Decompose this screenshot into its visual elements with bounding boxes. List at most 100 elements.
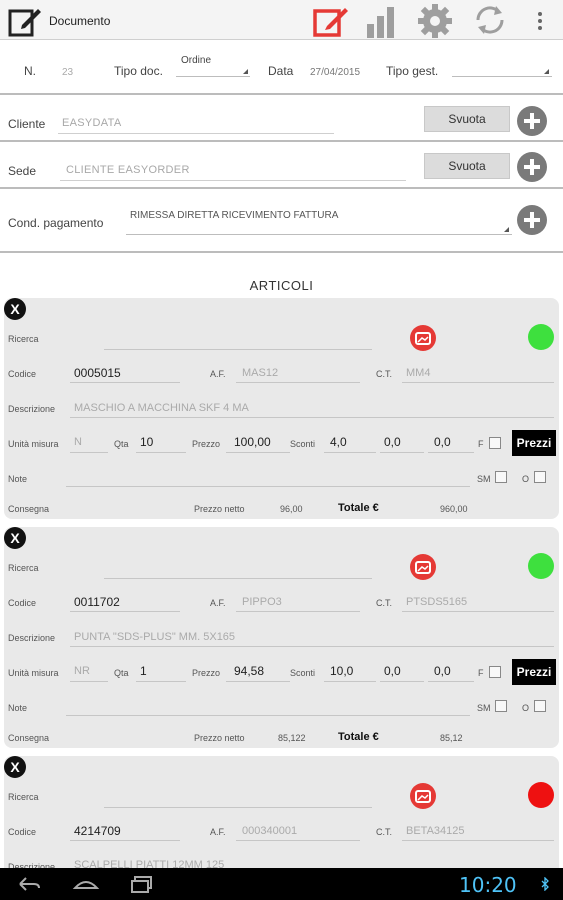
note-input[interactable]: [66, 715, 470, 716]
article-status-dot: [528, 782, 554, 808]
bluetooth-icon: [541, 877, 549, 891]
f-checkbox[interactable]: [489, 437, 501, 449]
codice-field[interactable]: 0005015: [74, 366, 121, 380]
data-value[interactable]: 27/04/2015: [310, 67, 360, 78]
prezzo-netto-label: Prezzo netto: [194, 504, 245, 514]
overflow-menu-icon[interactable]: [532, 10, 548, 32]
qta-label: Qta: [114, 439, 129, 449]
recent-apps-icon[interactable]: [129, 874, 155, 894]
codice-field[interactable]: 0011702: [74, 595, 120, 609]
remove-article-x-icon[interactable]: X: [4, 756, 26, 778]
ricerca-input[interactable]: [104, 807, 372, 808]
cliente-svuota-button[interactable]: Svuota: [424, 106, 510, 132]
af-field[interactable]: MAS12: [242, 367, 278, 379]
ct-label: C.T.: [376, 827, 393, 837]
f-label: F: [478, 668, 484, 678]
cliente-field[interactable]: EASYDATA: [62, 117, 121, 129]
document-edit-icon[interactable]: [8, 5, 42, 37]
descrizione-field[interactable]: MASCHIO A MACCHINA SKF 4 MA: [74, 402, 249, 414]
remove-article-x-icon[interactable]: X: [4, 527, 26, 549]
barcode-scan-icon[interactable]: [409, 782, 437, 810]
ct-label: C.T.: [376, 369, 393, 379]
note-input[interactable]: [66, 486, 470, 487]
back-icon[interactable]: [16, 874, 42, 894]
barcode-scan-icon[interactable]: [409, 553, 437, 581]
system-navigation-bar: 10:20: [0, 868, 563, 900]
f-label: F: [478, 439, 484, 449]
o-checkbox[interactable]: [534, 700, 546, 712]
consegna-label: Consegna: [8, 733, 50, 743]
tipo-doc-spinner[interactable]: Ordine: [181, 55, 211, 66]
qta-field[interactable]: 1: [140, 664, 147, 678]
sede-svuota-button[interactable]: Svuota: [424, 153, 510, 179]
sconto3-field[interactable]: 0,0: [434, 435, 451, 449]
sede-underline: [60, 180, 406, 181]
descrizione-label: Descrizione: [8, 404, 56, 414]
sconto2-underline: [380, 452, 424, 453]
prezzi-button[interactable]: Prezzi: [512, 430, 556, 456]
cliente-label: Cliente: [8, 117, 46, 131]
sede-field[interactable]: CLIENTE EASYORDER: [66, 164, 190, 176]
n-value: 23: [62, 67, 74, 78]
ricerca-input[interactable]: [104, 578, 372, 579]
prezzo-netto-label: Prezzo netto: [194, 733, 245, 743]
divider: [0, 251, 563, 253]
f-checkbox[interactable]: [489, 666, 501, 678]
divider: [0, 93, 563, 95]
add-sede-plus-icon[interactable]: [516, 151, 548, 183]
qta-underline: [136, 681, 186, 682]
ct-field[interactable]: BETA34125: [406, 825, 465, 837]
add-pagamento-plus-icon[interactable]: [516, 204, 548, 236]
sconto3-field[interactable]: 0,0: [434, 664, 451, 678]
sconto1-field[interactable]: 10,0: [330, 664, 353, 678]
sconto3-underline: [428, 452, 474, 453]
pagamento-spinner[interactable]: RIMESSA DIRETTA RICEVIMENTO FATTURA: [130, 210, 338, 221]
ricerca-input[interactable]: [104, 349, 372, 350]
sconto2-field[interactable]: 0,0: [384, 664, 401, 678]
sm-checkbox[interactable]: [495, 471, 507, 483]
gear-icon[interactable]: [415, 2, 455, 40]
codice-field[interactable]: 4214709: [74, 824, 121, 838]
af-field[interactable]: PIPPO3: [242, 596, 282, 608]
bar-chart-icon[interactable]: [364, 2, 402, 40]
af-underline: [236, 840, 360, 841]
af-underline: [236, 382, 360, 383]
descrizione-underline: [70, 646, 554, 647]
ct-underline: [402, 382, 554, 383]
action-bar: Documento: [0, 0, 563, 40]
ct-field[interactable]: PTSDS5165: [406, 596, 467, 608]
descrizione-field[interactable]: SCALPELLI PIATTI 12MM 125: [74, 859, 224, 868]
prezzo-field[interactable]: 94,58: [234, 664, 264, 678]
af-underline: [236, 611, 360, 612]
prezzi-button[interactable]: Prezzi: [512, 659, 556, 685]
spinner-arrow-icon: [504, 227, 509, 232]
prezzo-field[interactable]: 100,00: [234, 435, 271, 449]
descrizione-field[interactable]: PUNTA "SDS-PLUS" MM. 5X165: [74, 631, 235, 643]
ct-underline: [402, 611, 554, 612]
sconto2-underline: [380, 681, 424, 682]
prezzo-netto-value: 85,122: [278, 733, 306, 743]
sm-checkbox[interactable]: [495, 700, 507, 712]
qta-field[interactable]: 10: [140, 435, 153, 449]
sconto1-field[interactable]: 4,0: [330, 435, 347, 449]
o-checkbox[interactable]: [534, 471, 546, 483]
barcode-scan-icon[interactable]: [409, 324, 437, 352]
tipo-doc-underline: [176, 76, 250, 77]
remove-article-x-icon[interactable]: X: [4, 298, 26, 320]
sconto1-underline: [324, 452, 376, 453]
home-icon[interactable]: [72, 874, 100, 894]
totale-value: 85,12: [440, 733, 463, 743]
sync-icon[interactable]: [472, 3, 508, 37]
af-field[interactable]: 000340001: [242, 825, 297, 837]
unita-field[interactable]: NR: [74, 665, 90, 677]
ct-field[interactable]: MM4: [406, 367, 430, 379]
descrizione-label: Descrizione: [8, 633, 56, 643]
article-card: X Ricerca Codice 0005015 A.F. MAS12 C.T.…: [4, 298, 559, 519]
add-cliente-plus-icon[interactable]: [516, 105, 548, 137]
edit-active-icon[interactable]: [312, 4, 350, 38]
divider: [0, 140, 563, 142]
unita-field[interactable]: N: [74, 436, 82, 448]
ct-label: C.T.: [376, 598, 393, 608]
codice-label: Codice: [8, 598, 37, 608]
sconto2-field[interactable]: 0,0: [384, 435, 401, 449]
